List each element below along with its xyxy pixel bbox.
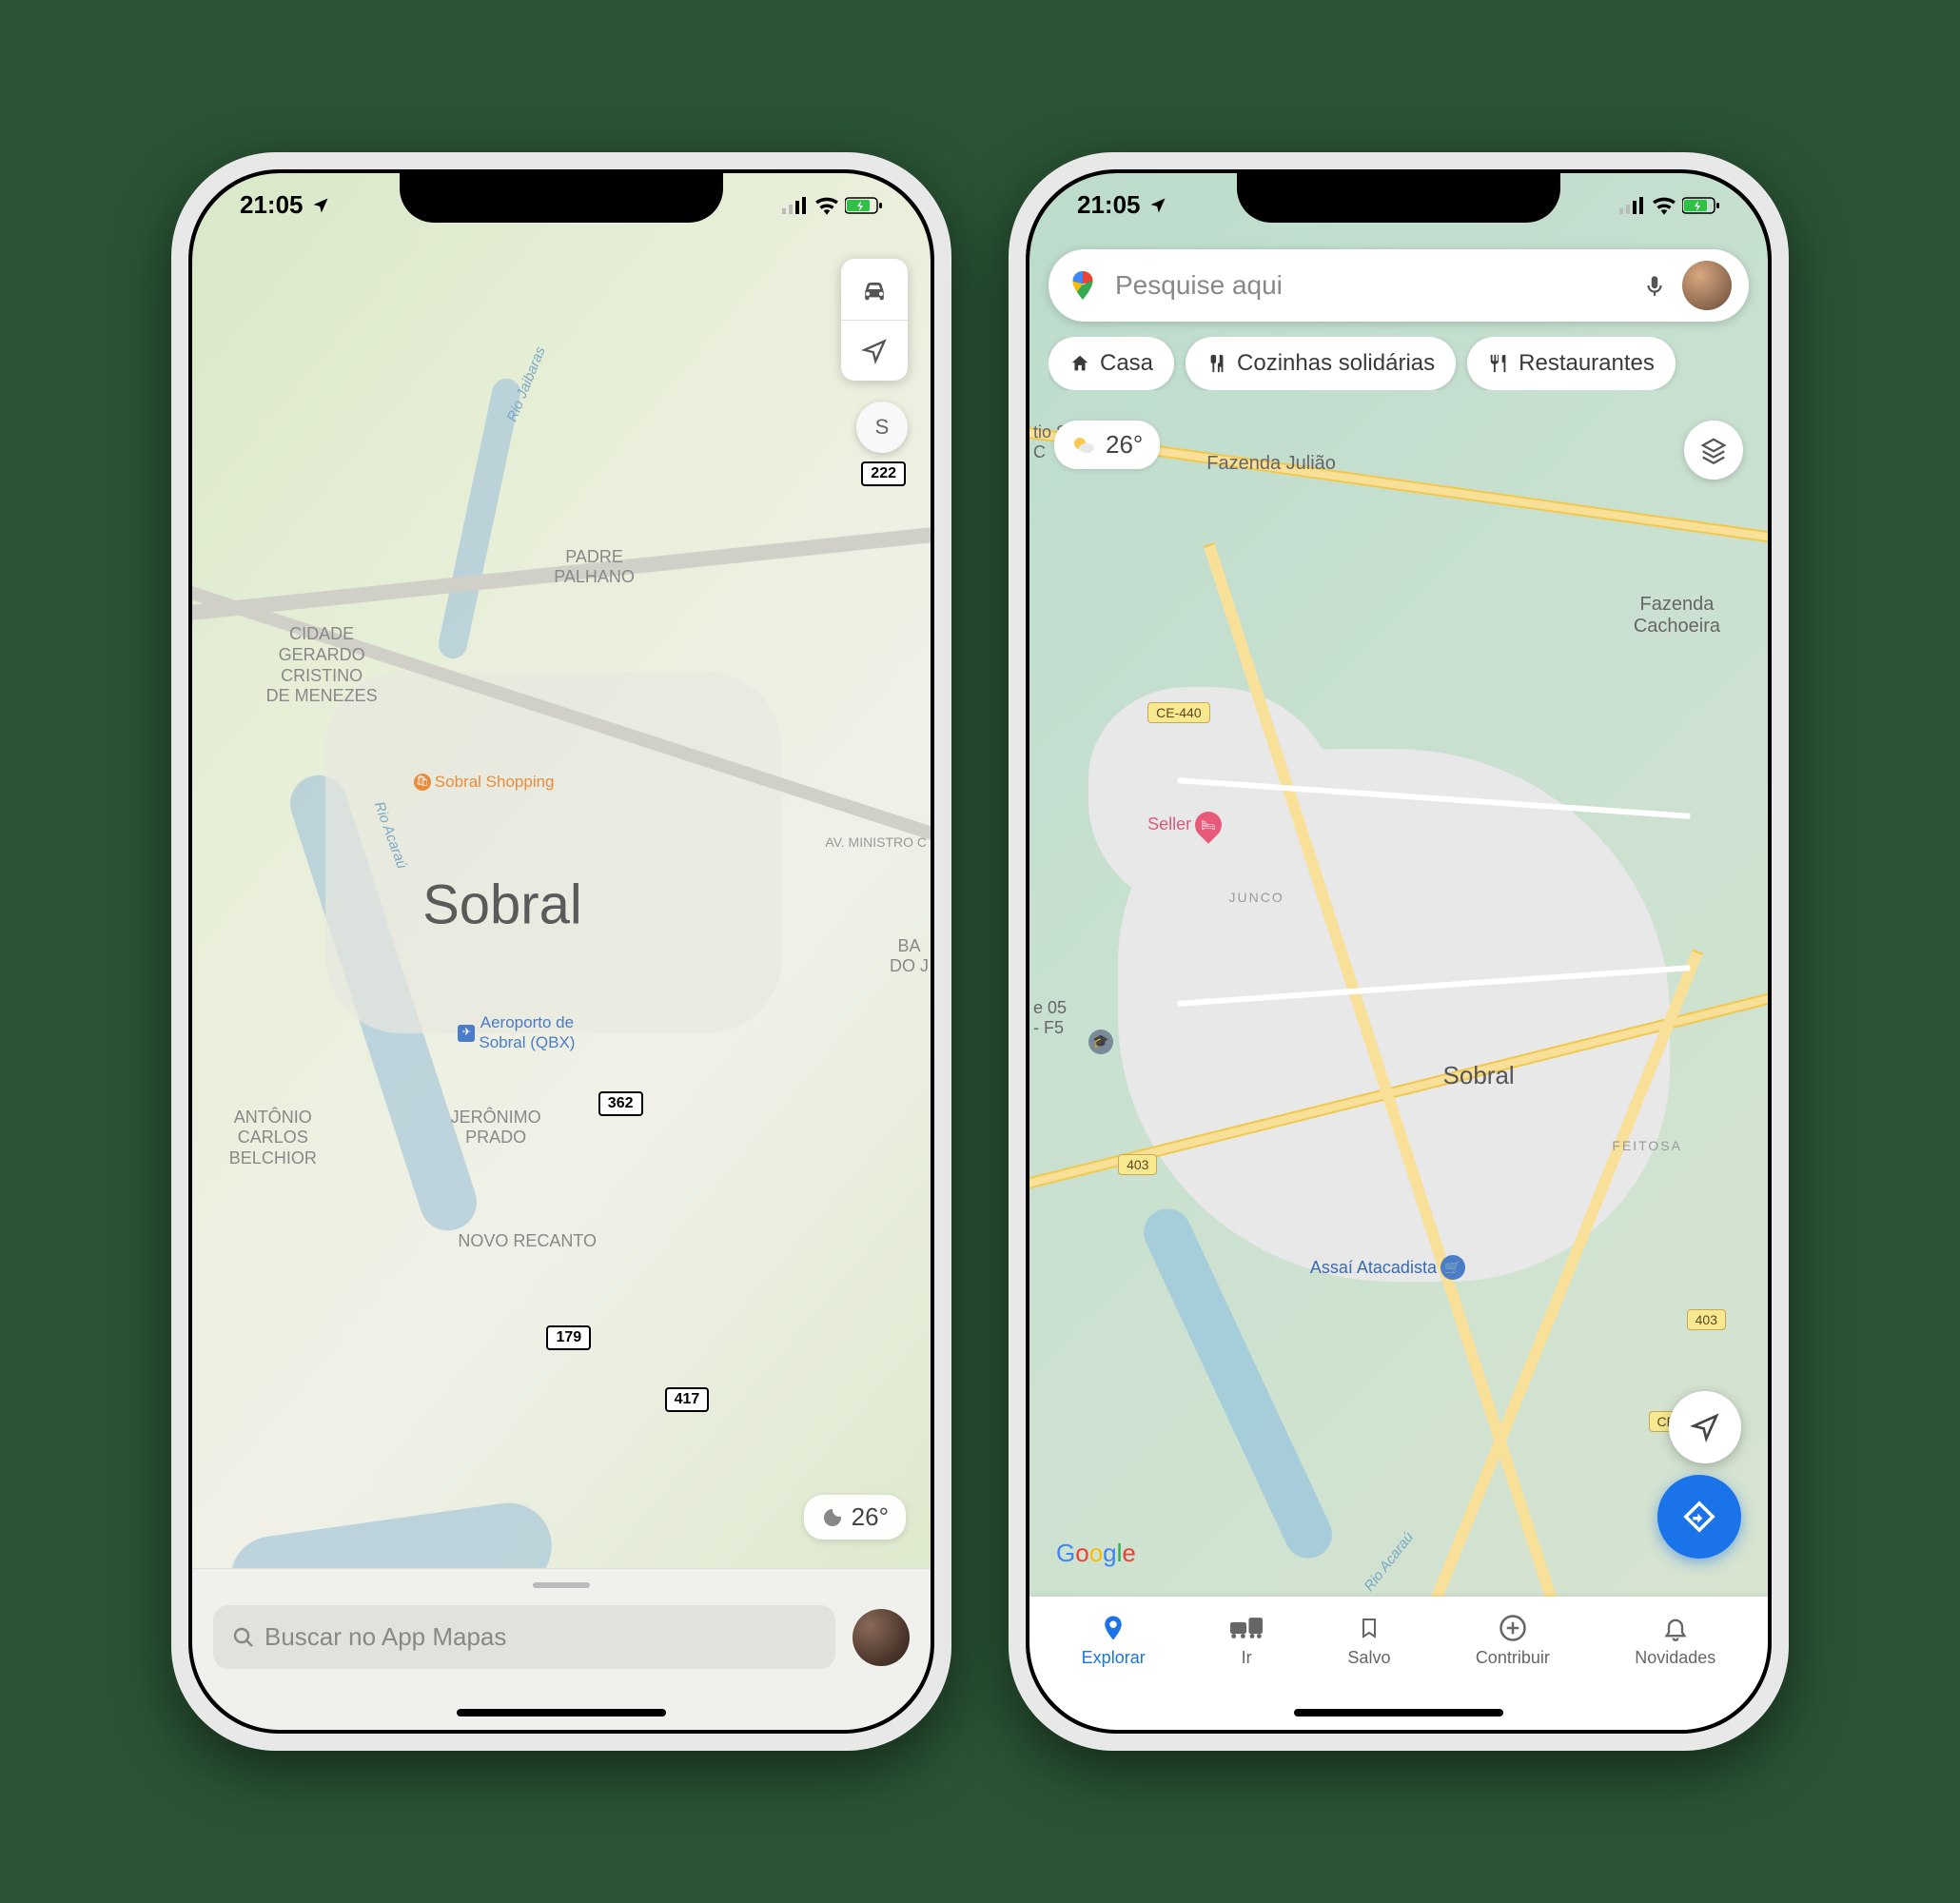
poi-shopping[interactable]: 🛍 Sobral Shopping: [414, 773, 555, 792]
microphone-icon[interactable]: [1642, 270, 1667, 301]
directions-fab[interactable]: [1657, 1475, 1741, 1559]
shopping-cart-pin-icon: 🛒: [1441, 1255, 1465, 1280]
airplane-icon: ✈: [458, 1025, 475, 1042]
chip-kitchens[interactable]: Cozinhas solidárias: [1186, 337, 1456, 390]
temperature: 26°: [1106, 430, 1143, 460]
search-icon: [232, 1626, 255, 1649]
plus-circle-icon: [1499, 1614, 1527, 1642]
neighborhood-label: JERÔNIMO PRADO: [451, 1108, 541, 1148]
shopping-bag-icon: 🛍: [414, 774, 431, 791]
phone-frame-google: 21:05 Pesquise aqui: [1009, 152, 1789, 1751]
neighborhood-label: NOVO RECANTO: [458, 1231, 597, 1252]
lodging-pin-icon: 🛏: [1189, 806, 1227, 844]
compass-label: S: [875, 415, 890, 440]
kitchen-icon: [1206, 353, 1227, 374]
locate-me-button[interactable]: [841, 320, 908, 381]
route-shield: 403: [1118, 1154, 1157, 1175]
layers-icon: [1699, 436, 1728, 464]
search-input[interactable]: Buscar no App Mapas: [213, 1605, 835, 1669]
route-shield: 362: [598, 1091, 643, 1116]
apple-maps-screen[interactable]: 21:05 Sobral PADRE PALHANO CIDADE GERARD…: [192, 173, 931, 1730]
city-label: Sobral: [422, 873, 582, 936]
route-shield: 222: [861, 461, 906, 486]
moon-icon: [821, 1506, 844, 1529]
pin-icon: [1099, 1614, 1127, 1642]
poi-assai[interactable]: Assaí Atacadista 🛒: [1310, 1255, 1465, 1280]
poi-airport[interactable]: ✈ Aeroporto de Sobral (QBX): [458, 1013, 575, 1052]
status-time: 21:05: [240, 190, 304, 220]
place-label: e 05 - F5: [1033, 998, 1067, 1038]
urban-area: [1088, 687, 1336, 915]
profile-avatar[interactable]: [1682, 261, 1732, 310]
school-pin-icon[interactable]: 🎓: [1088, 1030, 1113, 1054]
route-shield: 403: [1687, 1309, 1726, 1330]
route-shield: CE-440: [1147, 702, 1209, 723]
location-arrow-icon: [861, 338, 888, 364]
road-label: AV. MINISTRO C: [825, 834, 927, 851]
sheet-drag-handle[interactable]: [533, 1582, 590, 1588]
nav-updates[interactable]: Novidades: [1635, 1614, 1715, 1730]
locate-me-button[interactable]: [1669, 1391, 1741, 1463]
category-chips: Casa Cozinhas solidárias Restaurantes: [1049, 337, 1768, 390]
search-bar[interactable]: Pesquise aqui: [1049, 249, 1749, 322]
neighborhood-label: ANTÔNIO CARLOS BELCHIOR: [229, 1108, 317, 1169]
temperature: 26°: [852, 1502, 889, 1532]
home-indicator[interactable]: [1294, 1709, 1503, 1717]
neighborhood-label: CIDADE GERARDO CRISTINO DE MENEZES: [266, 624, 378, 706]
neighborhood-label: BA DO J: [890, 936, 929, 977]
battery-charging-icon: [845, 196, 883, 215]
restaurant-icon: [1488, 353, 1509, 374]
map-mode-controls: [841, 259, 908, 381]
home-indicator[interactable]: [457, 1709, 666, 1717]
nav-go[interactable]: Ir: [1230, 1614, 1263, 1730]
location-arrow-icon: [1148, 196, 1167, 215]
google-maps-screen[interactable]: 21:05 Pesquise aqui: [1029, 173, 1768, 1730]
partly-cloudy-icon: [1071, 435, 1096, 456]
car-icon: [858, 276, 891, 303]
chip-restaurants[interactable]: Restaurantes: [1467, 337, 1676, 390]
battery-charging-icon: [1682, 196, 1720, 215]
route-shield: 179: [546, 1325, 591, 1350]
city-label: Sobral: [1443, 1061, 1515, 1090]
search-placeholder: Buscar no App Mapas: [265, 1622, 506, 1652]
transit-icon: [1230, 1614, 1263, 1642]
weather-badge[interactable]: 26°: [804, 1495, 906, 1540]
wifi-icon: [814, 196, 839, 215]
google-maps-logo-icon: [1066, 268, 1100, 303]
place-label: Fazenda Julião: [1206, 453, 1336, 475]
poi-seller[interactable]: Seller 🛏: [1147, 812, 1222, 838]
location-arrow-icon: [311, 196, 330, 215]
compass-button[interactable]: S: [856, 402, 908, 453]
status-time: 21:05: [1077, 190, 1141, 220]
profile-avatar[interactable]: [853, 1609, 910, 1666]
bookmark-icon: [1358, 1614, 1381, 1642]
weather-badge[interactable]: 26°: [1054, 421, 1160, 469]
notch: [1237, 173, 1560, 223]
layers-button[interactable]: [1684, 421, 1743, 480]
signal-icon: [1619, 197, 1646, 214]
search-placeholder: Pesquise aqui: [1115, 270, 1627, 301]
phone-bezel: 21:05 Pesquise aqui: [1026, 169, 1772, 1734]
neighborhood-label: PADRE PALHANO: [554, 547, 635, 588]
wifi-icon: [1652, 196, 1676, 215]
place-label: Fazenda Cachoeira: [1634, 594, 1720, 638]
bell-icon: [1662, 1614, 1689, 1642]
river-label: Rio Acaraú: [1362, 1529, 1418, 1595]
phone-bezel: 21:05 Sobral PADRE PALHANO CIDADE GERARD…: [188, 169, 934, 1734]
phone-frame-apple: 21:05 Sobral PADRE PALHANO CIDADE GERARD…: [171, 152, 951, 1751]
home-icon: [1069, 353, 1090, 374]
neighborhood-label: JUNCO: [1229, 890, 1284, 905]
neighborhood-label: FEITOSA: [1612, 1138, 1682, 1153]
chip-home[interactable]: Casa: [1049, 337, 1174, 390]
driving-mode-button[interactable]: [841, 259, 908, 320]
location-arrow-icon: [1690, 1412, 1720, 1442]
nav-explore[interactable]: Explorar: [1082, 1614, 1146, 1730]
signal-icon: [782, 197, 809, 214]
notch: [400, 173, 723, 223]
route-shield: 417: [665, 1387, 710, 1412]
google-watermark: Google: [1056, 1539, 1136, 1568]
search-sheet[interactable]: Buscar no App Mapas: [192, 1568, 931, 1730]
directions-icon: [1680, 1498, 1718, 1536]
